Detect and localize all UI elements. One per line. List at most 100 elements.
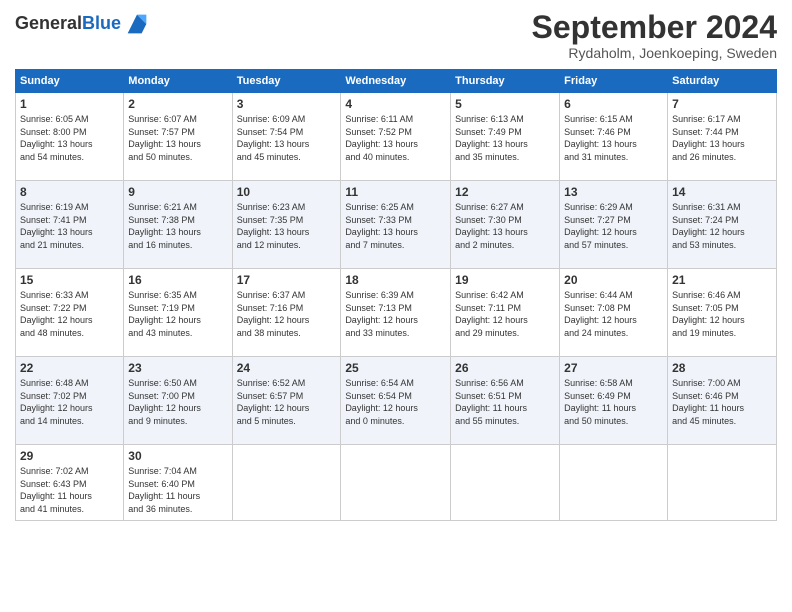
day-number: 30	[128, 449, 227, 463]
col-monday: Monday	[124, 70, 232, 93]
calendar-cell: 16 Sunrise: 6:35 AMSunset: 7:19 PMDayligh…	[124, 269, 232, 357]
day-info: Sunrise: 6:07 AMSunset: 7:57 PMDaylight:…	[128, 113, 227, 163]
calendar-cell: 13Sunrise: 6:29 AMSunset: 7:27 PMDayligh…	[560, 181, 668, 269]
day-info: Sunrise: 6:37 AMSunset: 7:16 PMDaylight:…	[237, 289, 337, 339]
calendar-cell: 7Sunrise: 6:17 AMSunset: 7:44 PMDaylight…	[668, 93, 777, 181]
calendar-week-row: 29 Sunrise: 7:02 AMSunset: 6:43 PMDayligh…	[16, 445, 777, 520]
day-info: Sunrise: 6:46 AMSunset: 7:05 PMDaylight:…	[672, 289, 772, 339]
calendar-cell	[341, 445, 451, 520]
day-info: Sunrise: 7:00 AMSunset: 6:46 PMDaylight:…	[672, 377, 772, 427]
day-number: 3	[237, 97, 337, 111]
calendar-cell: 17 Sunrise: 6:37 AMSunset: 7:16 PMDayligh…	[232, 269, 341, 357]
calendar-cell: 18 Sunrise: 6:39 AMSunset: 7:13 PMDayligh…	[341, 269, 451, 357]
day-number: 19	[455, 273, 555, 287]
calendar-cell: 11Sunrise: 6:25 AMSunset: 7:33 PMDayligh…	[341, 181, 451, 269]
page: GeneralBlue September 2024 Rydaholm, Joe…	[0, 0, 792, 612]
day-info: Sunrise: 6:31 AMSunset: 7:24 PMDaylight:…	[672, 201, 772, 251]
day-number: 13	[564, 185, 663, 199]
day-info: Sunrise: 6:05 AMSunset: 8:00 PMDaylight:…	[20, 113, 119, 163]
logo-icon	[123, 10, 151, 38]
day-info: Sunrise: 6:33 AMSunset: 7:22 PMDaylight:…	[20, 289, 119, 339]
day-number: 11	[345, 185, 446, 199]
calendar-cell: 20 Sunrise: 6:44 AMSunset: 7:08 PMDayligh…	[560, 269, 668, 357]
day-number: 4	[345, 97, 446, 111]
day-number: 22	[20, 361, 119, 375]
day-info: Sunrise: 6:54 AMSunset: 6:54 PMDaylight:…	[345, 377, 446, 427]
calendar-cell	[451, 445, 560, 520]
calendar-cell: 14 Sunrise: 6:31 AMSunset: 7:24 PMDayligh…	[668, 181, 777, 269]
day-info: Sunrise: 6:56 AMSunset: 6:51 PMDaylight:…	[455, 377, 555, 427]
day-info: Sunrise: 6:50 AMSunset: 7:00 PMDaylight:…	[128, 377, 227, 427]
calendar-cell: 6 Sunrise: 6:15 AMSunset: 7:46 PMDaylight…	[560, 93, 668, 181]
day-info: Sunrise: 6:23 AMSunset: 7:35 PMDaylight:…	[237, 201, 337, 251]
calendar-cell: 4 Sunrise: 6:11 AMSunset: 7:52 PMDaylight…	[341, 93, 451, 181]
day-number: 5	[455, 97, 555, 111]
day-number: 23	[128, 361, 227, 375]
day-number: 28	[672, 361, 772, 375]
day-number: 18	[345, 273, 446, 287]
day-info: Sunrise: 6:17 AMSunset: 7:44 PMDaylight:…	[672, 113, 772, 163]
day-info: Sunrise: 6:52 AMSunset: 6:57 PMDaylight:…	[237, 377, 337, 427]
day-info: Sunrise: 6:15 AMSunset: 7:46 PMDaylight:…	[564, 113, 663, 163]
calendar-table: Sunday Monday Tuesday Wednesday Thursday…	[15, 69, 777, 520]
col-friday: Friday	[560, 70, 668, 93]
calendar-cell	[232, 445, 341, 520]
day-info: Sunrise: 7:04 AMSunset: 6:40 PMDaylight:…	[128, 465, 227, 515]
day-info: Sunrise: 6:19 AMSunset: 7:41 PMDaylight:…	[20, 201, 119, 251]
day-number: 15	[20, 273, 119, 287]
calendar-week-row: 1 Sunrise: 6:05 AMSunset: 8:00 PMDaylight…	[16, 93, 777, 181]
calendar-week-row: 15 Sunrise: 6:33 AMSunset: 7:22 PMDayligh…	[16, 269, 777, 357]
day-info: Sunrise: 6:35 AMSunset: 7:19 PMDaylight:…	[128, 289, 227, 339]
day-number: 25	[345, 361, 446, 375]
day-number: 9	[128, 185, 227, 199]
day-info: Sunrise: 6:48 AMSunset: 7:02 PMDaylight:…	[20, 377, 119, 427]
day-info: Sunrise: 6:13 AMSunset: 7:49 PMDaylight:…	[455, 113, 555, 163]
calendar-cell: 30 Sunrise: 7:04 AMSunset: 6:40 PMDayligh…	[124, 445, 232, 520]
calendar-header-row: Sunday Monday Tuesday Wednesday Thursday…	[16, 70, 777, 93]
day-number: 10	[237, 185, 337, 199]
month-title: September 2024	[532, 10, 777, 45]
day-number: 26	[455, 361, 555, 375]
calendar-cell: 19 Sunrise: 6:42 AMSunset: 7:11 PMDayligh…	[451, 269, 560, 357]
calendar-cell: 25 Sunrise: 6:54 AMSunset: 6:54 PMDayligh…	[341, 357, 451, 445]
calendar-cell: 26 Sunrise: 6:56 AMSunset: 6:51 PMDayligh…	[451, 357, 560, 445]
calendar-week-row: 8 Sunrise: 6:19 AMSunset: 7:41 PMDaylight…	[16, 181, 777, 269]
calendar-cell: 3Sunrise: 6:09 AMSunset: 7:54 PMDaylight…	[232, 93, 341, 181]
day-info: Sunrise: 6:58 AMSunset: 6:49 PMDaylight:…	[564, 377, 663, 427]
calendar-cell: 24Sunrise: 6:52 AMSunset: 6:57 PMDayligh…	[232, 357, 341, 445]
day-number: 29	[20, 449, 119, 463]
logo: GeneralBlue	[15, 10, 151, 38]
calendar-cell: 15 Sunrise: 6:33 AMSunset: 7:22 PMDayligh…	[16, 269, 124, 357]
calendar-cell	[668, 445, 777, 520]
day-info: Sunrise: 6:27 AMSunset: 7:30 PMDaylight:…	[455, 201, 555, 251]
day-number: 6	[564, 97, 663, 111]
day-info: Sunrise: 7:02 AMSunset: 6:43 PMDaylight:…	[20, 465, 119, 515]
day-number: 14	[672, 185, 772, 199]
day-number: 8	[20, 185, 119, 199]
calendar-cell: 8 Sunrise: 6:19 AMSunset: 7:41 PMDaylight…	[16, 181, 124, 269]
col-thursday: Thursday	[451, 70, 560, 93]
calendar-cell: 29 Sunrise: 7:02 AMSunset: 6:43 PMDayligh…	[16, 445, 124, 520]
day-number: 1	[20, 97, 119, 111]
day-info: Sunrise: 6:11 AMSunset: 7:52 PMDaylight:…	[345, 113, 446, 163]
day-number: 27	[564, 361, 663, 375]
col-wednesday: Wednesday	[341, 70, 451, 93]
day-info: Sunrise: 6:21 AMSunset: 7:38 PMDaylight:…	[128, 201, 227, 251]
col-tuesday: Tuesday	[232, 70, 341, 93]
day-info: Sunrise: 6:44 AMSunset: 7:08 PMDaylight:…	[564, 289, 663, 339]
logo-blue: Blue	[82, 13, 121, 33]
location-subtitle: Rydaholm, Joenkoeping, Sweden	[532, 45, 777, 61]
day-number: 16	[128, 273, 227, 287]
day-number: 17	[237, 273, 337, 287]
day-number: 2	[128, 97, 227, 111]
day-number: 12	[455, 185, 555, 199]
title-block: September 2024 Rydaholm, Joenkoeping, Sw…	[532, 10, 777, 61]
logo-general: General	[15, 13, 82, 33]
calendar-cell: 23 Sunrise: 6:50 AMSunset: 7:00 PMDayligh…	[124, 357, 232, 445]
day-info: Sunrise: 6:42 AMSunset: 7:11 PMDaylight:…	[455, 289, 555, 339]
day-number: 20	[564, 273, 663, 287]
calendar-cell: 22 Sunrise: 6:48 AMSunset: 7:02 PMDayligh…	[16, 357, 124, 445]
day-info: Sunrise: 6:39 AMSunset: 7:13 PMDaylight:…	[345, 289, 446, 339]
logo-text: GeneralBlue	[15, 14, 121, 34]
calendar-cell: 27 Sunrise: 6:58 AMSunset: 6:49 PMDayligh…	[560, 357, 668, 445]
